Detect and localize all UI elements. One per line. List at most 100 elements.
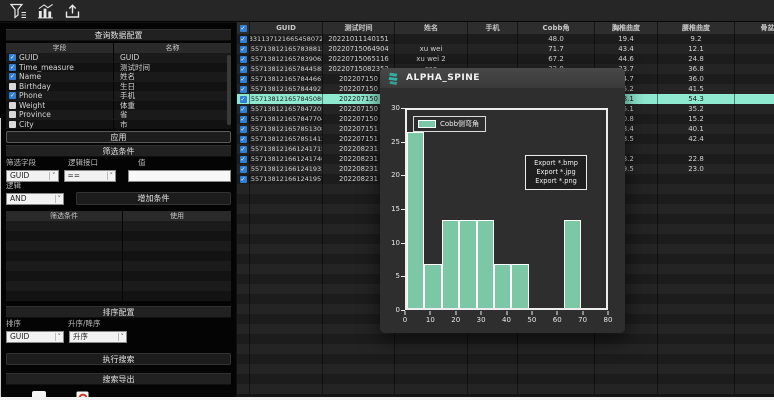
row-checkbox-cell bbox=[237, 54, 250, 64]
empty-cell bbox=[658, 254, 735, 264]
cell-pelvis bbox=[735, 64, 774, 74]
empty-cell bbox=[735, 324, 774, 334]
row-checkbox[interactable] bbox=[240, 36, 247, 43]
cell-cobb: 67.2 bbox=[518, 54, 595, 64]
field-checkbox[interactable] bbox=[9, 121, 16, 128]
empty-cell bbox=[237, 294, 250, 304]
empty-cell bbox=[735, 264, 774, 274]
cell-pelvis bbox=[735, 44, 774, 54]
sort-order-select[interactable]: 升序 bbox=[69, 331, 127, 343]
column-header-lumbar[interactable]: 腰椎曲度 bbox=[658, 22, 735, 34]
filter-field-select[interactable]: GUID bbox=[6, 170, 59, 182]
field-checkbox[interactable] bbox=[9, 92, 16, 99]
cell-guid: 331137121665458072 bbox=[250, 34, 323, 44]
histogram-bar bbox=[407, 132, 424, 308]
execute-search-button[interactable]: 执行搜索 bbox=[6, 353, 231, 365]
x-axis-tick: 20 bbox=[451, 316, 460, 324]
field-checkbox[interactable] bbox=[9, 111, 16, 118]
empty-cell bbox=[237, 374, 250, 384]
empty-cell bbox=[735, 194, 774, 204]
cell-pelvis bbox=[735, 34, 774, 44]
add-condition-button[interactable]: 增加条件 bbox=[76, 192, 231, 205]
empty-cell bbox=[658, 294, 735, 304]
row-checkbox[interactable] bbox=[240, 136, 247, 143]
column-header-phone[interactable]: 手机 bbox=[468, 22, 518, 34]
row-checkbox[interactable] bbox=[240, 176, 247, 183]
row-checkbox[interactable] bbox=[240, 146, 247, 153]
x-tick-mark bbox=[531, 311, 532, 315]
empty-cell bbox=[595, 344, 658, 354]
context-menu-item[interactable]: Export *.bmp bbox=[526, 159, 586, 168]
empty-cell bbox=[658, 384, 735, 394]
x-tick-mark bbox=[455, 311, 456, 315]
table-row[interactable]: 3311371216654580722022101114015148.019.4… bbox=[237, 34, 774, 44]
cell-lumbar bbox=[658, 174, 735, 184]
field-list-scrollbar[interactable] bbox=[227, 55, 231, 125]
cell-time: 20220715064904 bbox=[323, 44, 395, 54]
table-row[interactable]: 155713812165783906220220715065116xu wei … bbox=[237, 54, 774, 64]
empty-cell bbox=[250, 234, 323, 244]
column-header-guid[interactable]: GUID bbox=[250, 22, 323, 34]
field-checkbox[interactable] bbox=[9, 83, 16, 90]
table-empty-row bbox=[237, 344, 774, 354]
row-checkbox-cell bbox=[237, 34, 250, 44]
cell-lumbar: 41.5 bbox=[658, 84, 735, 94]
column-header-time[interactable]: 测试时间 bbox=[323, 22, 395, 34]
legend-label: Cobb侧弯角 bbox=[440, 119, 479, 129]
cell-phone bbox=[468, 44, 518, 54]
row-checkbox[interactable] bbox=[240, 76, 247, 83]
row-checkbox[interactable] bbox=[240, 116, 247, 123]
field-checkbox[interactable] bbox=[9, 102, 16, 109]
column-header-cobb[interactable]: Cobb角 bbox=[518, 22, 595, 34]
column-header-thoracic[interactable]: 胸椎曲度 bbox=[595, 22, 658, 34]
row-checkbox[interactable] bbox=[240, 66, 247, 73]
table-row[interactable]: 155713812165783881220220715064904xu wei7… bbox=[237, 44, 774, 54]
export-icon[interactable] bbox=[63, 2, 81, 19]
empty-cell bbox=[237, 354, 250, 364]
table-empty-row bbox=[237, 334, 774, 344]
field-id-label: GUID bbox=[19, 53, 38, 62]
field-checkbox[interactable] bbox=[9, 54, 16, 61]
field-checkbox[interactable] bbox=[9, 73, 16, 80]
row-checkbox[interactable] bbox=[240, 156, 247, 163]
row-checkbox[interactable] bbox=[240, 166, 247, 173]
field-checkbox[interactable] bbox=[9, 64, 16, 71]
apply-button[interactable]: 应用 bbox=[6, 131, 231, 143]
filter-condition-cell bbox=[6, 261, 123, 271]
sort-field-select[interactable]: GUID bbox=[6, 331, 64, 343]
popup-title: ALPHA_SPINE bbox=[406, 73, 480, 83]
empty-cell bbox=[237, 224, 250, 234]
empty-cell bbox=[250, 304, 323, 314]
table-empty-row bbox=[237, 384, 774, 394]
row-checkbox[interactable] bbox=[240, 96, 247, 103]
empty-cell bbox=[237, 284, 250, 294]
column-header-pelvis[interactable]: 骨盆倾斜 bbox=[735, 22, 774, 34]
field-list-row[interactable]: City市 bbox=[6, 120, 231, 130]
popup-title-bar[interactable]: ALPHA_SPINE bbox=[380, 68, 625, 88]
row-checkbox[interactable] bbox=[240, 126, 247, 133]
row-checkbox[interactable] bbox=[240, 56, 247, 63]
empty-cell bbox=[250, 384, 323, 394]
context-menu-item[interactable]: Export *.jpg bbox=[526, 168, 586, 177]
cell-pelvis bbox=[735, 94, 774, 104]
chart-icon[interactable] bbox=[36, 2, 54, 19]
row-checkbox[interactable] bbox=[240, 86, 247, 93]
sort-section-header: 排序配置 bbox=[6, 306, 231, 318]
empty-cell bbox=[658, 214, 735, 224]
filter-icon[interactable] bbox=[9, 2, 27, 19]
filter-value-input[interactable] bbox=[128, 170, 231, 182]
logic-select[interactable]: AND bbox=[6, 193, 64, 205]
row-checkbox[interactable] bbox=[240, 46, 247, 53]
empty-cell bbox=[323, 384, 395, 394]
select-all-checkbox[interactable] bbox=[240, 25, 247, 32]
empty-cell bbox=[250, 224, 323, 234]
filter-table-row bbox=[6, 291, 231, 301]
column-header-name[interactable]: 姓名 bbox=[395, 22, 468, 34]
field-name-label: 市 bbox=[114, 119, 231, 130]
context-menu-item[interactable]: Export *.png bbox=[526, 177, 586, 186]
spine-logo-icon bbox=[387, 72, 400, 85]
empty-cell bbox=[250, 194, 323, 204]
row-checkbox[interactable] bbox=[240, 106, 247, 113]
empty-cell bbox=[250, 214, 323, 224]
filter-operator-select[interactable]: == bbox=[64, 170, 117, 182]
